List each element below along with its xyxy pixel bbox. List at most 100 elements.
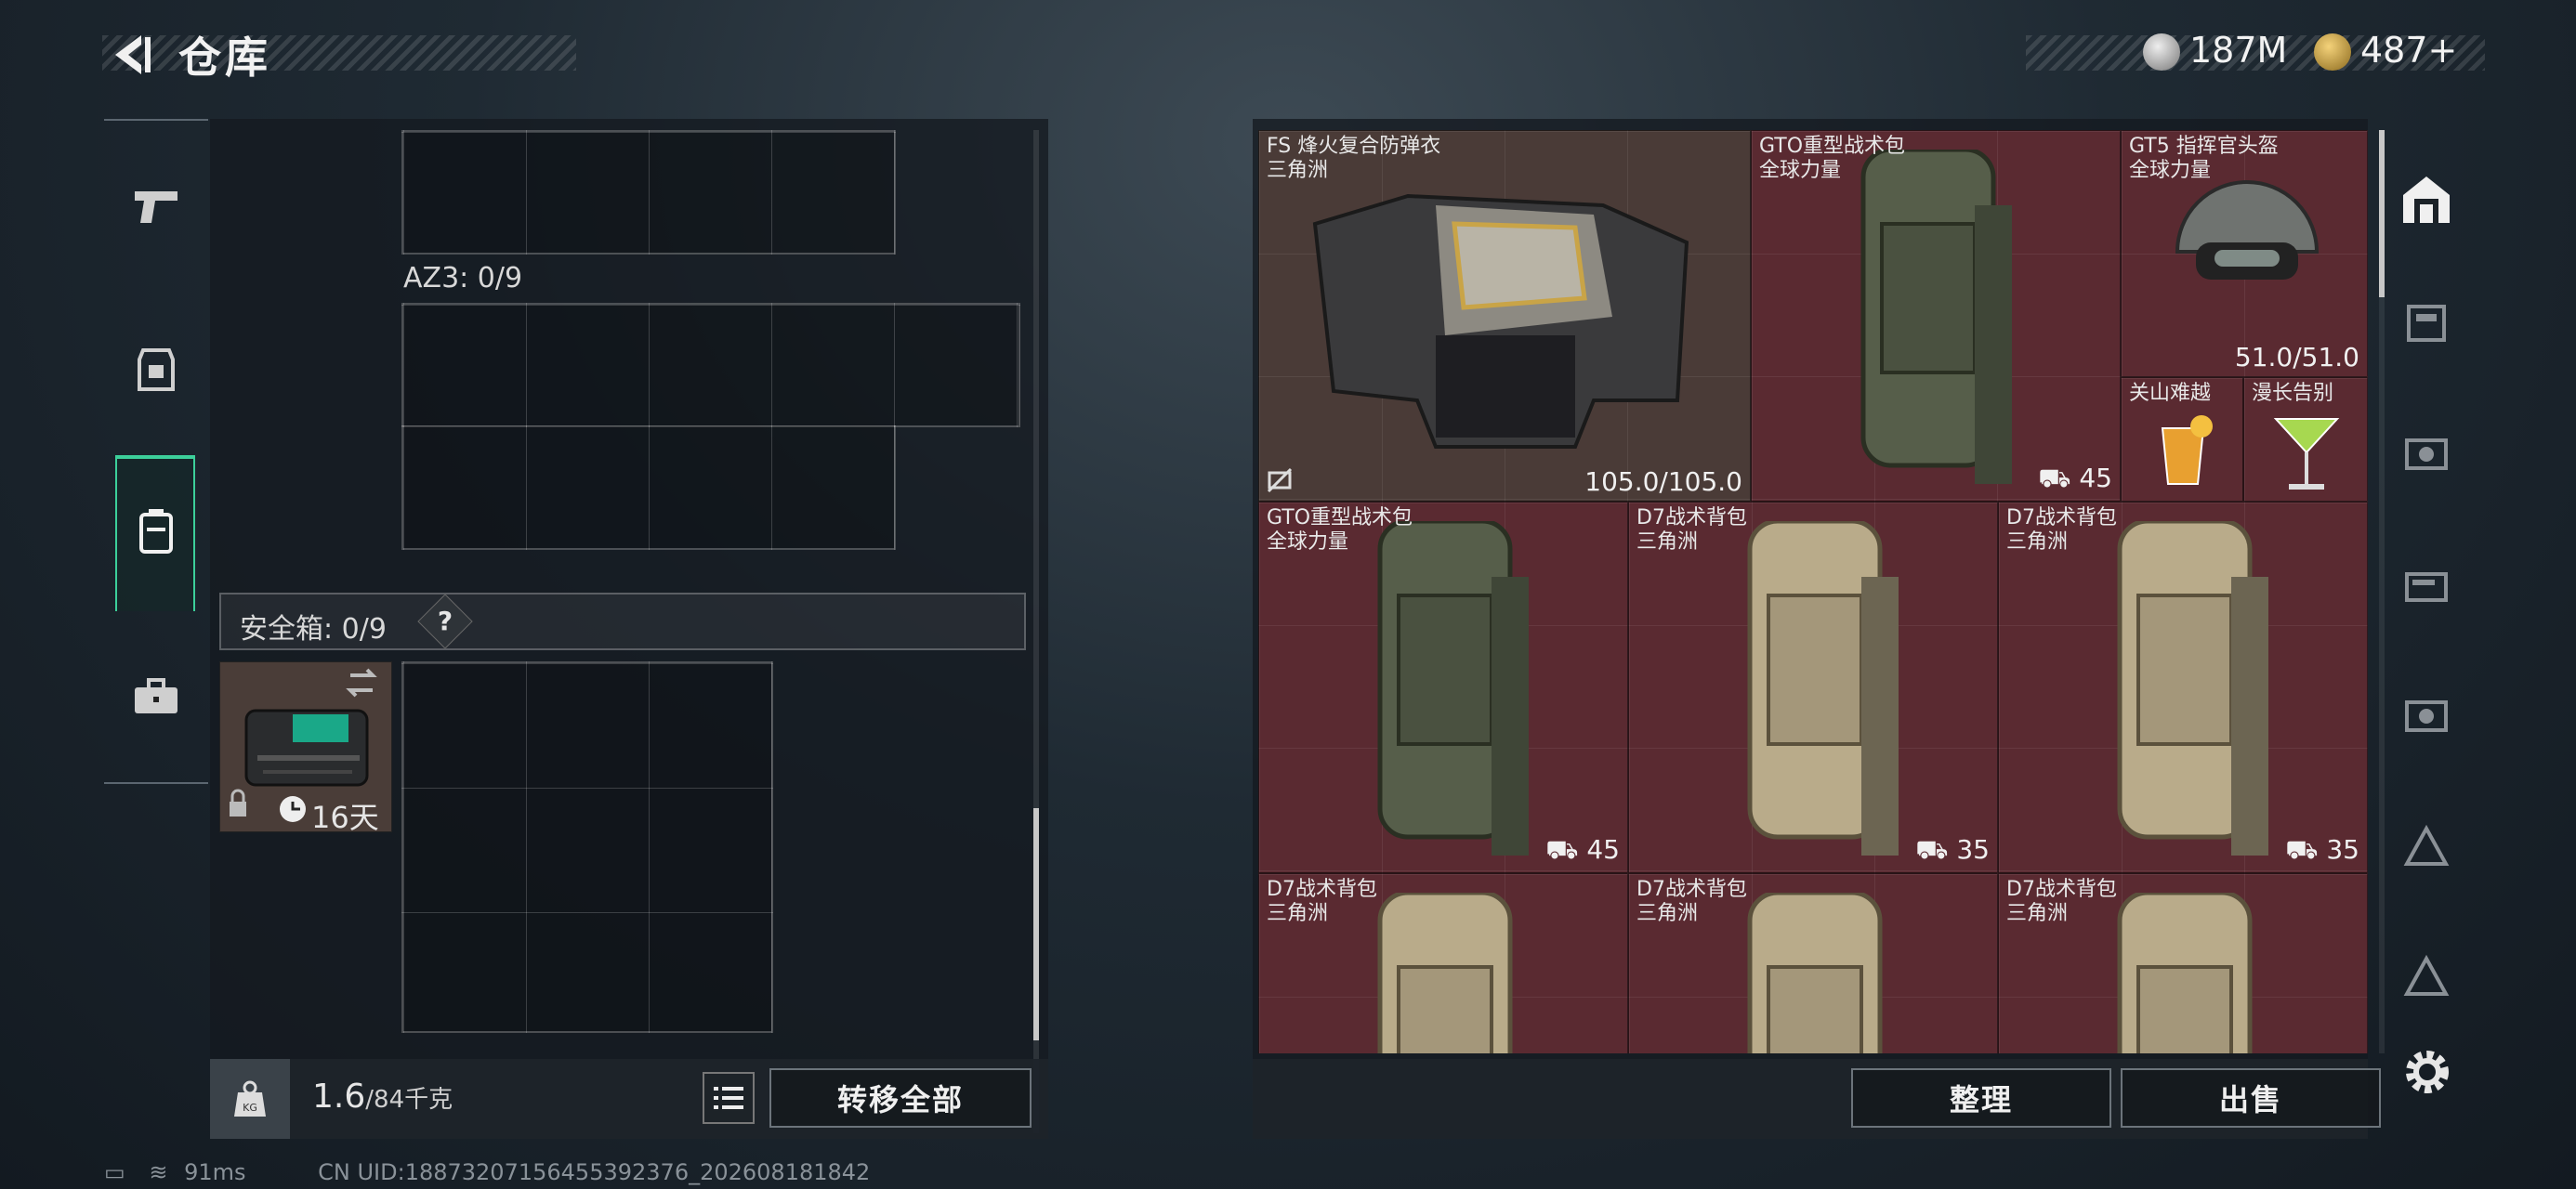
item-name: D7战术背包 三角洲 — [2006, 506, 2117, 554]
category-tab-medical[interactable] — [2399, 819, 2453, 873]
left-scrollbar-thumb[interactable] — [1033, 808, 1039, 1040]
backpack-capacity-icon: ⛟ — [2038, 463, 2080, 493]
item-name: GT5 指挥官头盔 全球力量 — [2129, 135, 2279, 182]
item-cell-backpack[interactable]: D7战术背包 三角洲 — [1998, 873, 2368, 1053]
item-capacity: ⛟ 45 — [1545, 834, 1620, 865]
category-tabs — [2388, 130, 2463, 1003]
battery-icon: ▭ — [104, 1159, 125, 1185]
safe-box-timer: 16天 — [311, 800, 379, 835]
kg-weight-icon: KG — [234, 1080, 266, 1117]
item-name: D7战术背包 三角洲 — [1267, 878, 1377, 925]
swap-icon — [346, 668, 377, 698]
item-cell-drink[interactable]: 关山难越 — [2121, 377, 2243, 502]
silver-coin-icon — [2143, 33, 2180, 71]
safe-box-label: 安全箱: 0/9 — [240, 613, 387, 646]
weapon-category-icon — [2405, 438, 2448, 470]
storage-grid-top[interactable] — [401, 130, 896, 255]
inventory-grid: FS 烽火复合防弹衣 三角洲 105.0/105.0 GTO重型战术包 全球力量 ⛟… — [1258, 130, 2368, 1053]
ping-value: 91ms — [184, 1159, 246, 1185]
item-cell-backpack[interactable]: GTO重型战术包 全球力量 ⛟ 45 — [1751, 130, 2121, 502]
currency-silver-amount: 187M — [2189, 30, 2288, 71]
orange-cocktail-icon — [2161, 415, 2213, 485]
backpack-capacity-icon: ⛟ — [2285, 834, 2327, 865]
transfer-all-button[interactable]: 转移全部 — [769, 1068, 1032, 1128]
pistol-icon[interactable] — [126, 176, 186, 236]
item-cell-backpack[interactable]: D7战术背包 三角洲 — [1628, 873, 1998, 1053]
svg-text:KG: KG — [243, 1102, 257, 1114]
status-bar: ▭ ≋ 91ms CN UID:18873207156455392376_202… — [104, 1159, 870, 1185]
home-box-icon — [2403, 176, 2450, 223]
item-cell-backpack[interactable]: D7战术背包 三角洲 ⛟ 35 — [1998, 502, 2368, 873]
safe-box-bar: 安全箱: 0/9 ? — [219, 593, 1026, 650]
item-cell-backpack[interactable]: D7战术背包 三角洲 ⛟ 35 — [1628, 502, 1998, 873]
help-button[interactable]: ? — [417, 594, 473, 649]
backpack-tan-icon — [1747, 893, 1883, 1053]
backpack-green-icon — [1860, 150, 2012, 484]
armor-vest-icon — [1312, 193, 1689, 449]
item-name: D7战术背包 三角洲 — [1636, 878, 1747, 925]
armor-category-icon — [2407, 305, 2446, 342]
item-capacity: ⛟ 35 — [2285, 834, 2359, 865]
gold-coin-icon — [2314, 33, 2351, 71]
header-decor-strip — [102, 35, 576, 71]
medical-category-icon — [2403, 824, 2450, 866]
item-cell-backpack[interactable]: GTO重型战术包 全球力量 ⛟ 45 — [1258, 502, 1628, 873]
az3-label: AZ3: 0/9 — [403, 262, 523, 294]
settings-button[interactable] — [2401, 1046, 2453, 1098]
safe-box-item[interactable]: 16天 — [219, 661, 392, 835]
gear-icon — [2406, 1051, 2449, 1093]
uid-text: CN UID:18873207156455392376_202608181842 — [318, 1159, 871, 1185]
category-tab-weapon[interactable] — [2399, 425, 2453, 479]
misc-category-icon — [2403, 954, 2450, 996]
page-title: 仓库 — [178, 33, 271, 83]
back-arrow-icon — [115, 35, 151, 74]
backpack-tan-icon — [2117, 893, 2253, 1053]
item-name: GTO重型战术包 全球力量 — [1267, 506, 1413, 554]
backpack-green-icon — [1377, 521, 1529, 856]
backpack-tan-icon — [2117, 521, 2268, 856]
green-cocktail-icon — [2273, 418, 2340, 490]
item-cell-helmet[interactable]: GT5 指挥官头盔 全球力量 51.0/51.0 — [2121, 130, 2368, 377]
weight-value: 1.6 — [312, 1078, 366, 1116]
item-name: D7战术背包 三角洲 — [1636, 506, 1747, 554]
item-name: GTO重型战术包 全球力量 — [1759, 135, 1906, 182]
briefcase-icon[interactable] — [126, 667, 186, 726]
back-button[interactable] — [104, 28, 158, 82]
helmet-category-icon — [2405, 572, 2448, 602]
category-tab-misc[interactable] — [2399, 949, 2453, 1003]
item-capacity: ⛟ 35 — [1915, 834, 1990, 865]
wifi-icon: ≋ — [149, 1159, 168, 1185]
item-cell-backpack[interactable]: D7战术背包 三角洲 — [1258, 873, 1628, 1053]
no-insure-icon — [1267, 467, 1293, 493]
all-items-tab[interactable] — [2399, 173, 2453, 227]
item-name: FS 烽火复合防弹衣 三角洲 — [1267, 135, 1441, 182]
category-tab-helmet[interactable] — [2399, 557, 2453, 611]
list-button[interactable] — [703, 1072, 755, 1124]
item-cell-drink[interactable]: 漫长告别 — [2243, 377, 2368, 502]
item-durability: 51.0/51.0 — [2234, 342, 2359, 372]
backpack-icon[interactable] — [126, 502, 186, 561]
item-name: 漫长告别 — [2252, 382, 2334, 405]
right-scrollbar-thumb[interactable] — [2379, 130, 2385, 297]
item-durability: 105.0/105.0 — [1584, 466, 1742, 497]
item-cell-armor[interactable]: FS 烽火复合防弹衣 三角洲 105.0/105.0 — [1258, 130, 1751, 502]
category-tab-backpack[interactable] — [2399, 687, 2453, 741]
weight-readout: 1.6/84千克 — [312, 1078, 453, 1116]
sell-button[interactable]: 出售 — [2121, 1068, 2381, 1128]
sort-button[interactable]: 整理 — [1851, 1068, 2111, 1128]
category-tab-armor[interactable] — [2399, 294, 2453, 347]
left-nav — [104, 119, 208, 784]
item-name: D7战术背包 三角洲 — [2006, 878, 2117, 925]
backpack-category-icon — [2405, 700, 2448, 732]
backpack-capacity-icon: ⛟ — [1915, 834, 1957, 865]
az3-grid-row1[interactable] — [401, 303, 1020, 427]
backpack-capacity-icon: ⛟ — [1545, 834, 1587, 865]
backpack-tan-icon — [1377, 893, 1513, 1053]
currency-gold-amount[interactable]: 487+ — [2360, 30, 2457, 71]
safe-box-grid[interactable] — [401, 661, 773, 1033]
list-icon — [714, 1087, 743, 1109]
az3-grid-row2[interactable] — [401, 425, 896, 550]
armor-vest-icon[interactable] — [126, 340, 186, 399]
weight-button[interactable]: KG — [210, 1059, 290, 1139]
item-name: 关山难越 — [2129, 382, 2212, 405]
